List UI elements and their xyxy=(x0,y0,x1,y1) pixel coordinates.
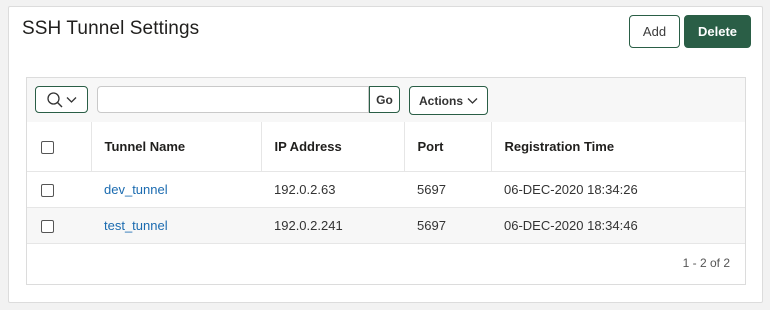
row-select-cell xyxy=(27,207,91,244)
column-header-ip-address[interactable]: IP Address xyxy=(261,122,405,172)
add-button[interactable]: Add xyxy=(629,15,680,48)
registration-time-cell: 06-DEC-2020 18:34:46 xyxy=(491,207,745,244)
chevron-down-icon xyxy=(66,96,77,103)
port-cell: 5697 xyxy=(404,171,491,208)
row-checkbox[interactable] xyxy=(41,219,54,233)
select-all-header xyxy=(27,122,92,172)
column-header-tunnel-name[interactable]: Tunnel Name xyxy=(91,122,262,172)
row-select-cell xyxy=(27,171,91,208)
search-icon xyxy=(47,91,63,107)
tunnel-name-cell: test_tunnel xyxy=(91,207,261,244)
search-input[interactable] xyxy=(97,86,369,113)
port-cell: 5697 xyxy=(404,207,491,244)
report-toolbar: Go Actions xyxy=(27,78,745,122)
column-header-port[interactable]: Port xyxy=(404,122,492,172)
interactive-report: Go Actions Tunnel Name IP Address Port R… xyxy=(26,77,746,285)
select-all-checkbox[interactable] xyxy=(41,140,54,154)
search-column-selector[interactable] xyxy=(35,86,88,113)
tunnel-name-link[interactable]: test_tunnel xyxy=(104,218,168,233)
table-row: dev_tunnel 192.0.2.63 5697 06-DEC-2020 1… xyxy=(27,171,745,208)
ip-address-cell: 192.0.2.241 xyxy=(261,207,404,244)
chevron-down-icon xyxy=(467,97,478,104)
pagination-label: 1 - 2 of 2 xyxy=(682,256,730,270)
tunnel-name-cell: dev_tunnel xyxy=(91,171,261,208)
region-title: SSH Tunnel Settings xyxy=(22,18,200,39)
column-header-registration-time[interactable]: Registration Time xyxy=(491,122,745,172)
table-header-row: Tunnel Name IP Address Port Registration… xyxy=(27,122,745,172)
ip-address-cell: 192.0.2.63 xyxy=(261,171,404,208)
actions-menu-button[interactable]: Actions xyxy=(409,86,488,115)
tunnel-name-link[interactable]: dev_tunnel xyxy=(104,182,168,197)
go-button[interactable]: Go xyxy=(369,86,400,113)
delete-button[interactable]: Delete xyxy=(684,15,751,48)
table-row: test_tunnel 192.0.2.241 5697 06-DEC-2020… xyxy=(27,207,745,244)
row-checkbox[interactable] xyxy=(41,183,54,197)
actions-label: Actions xyxy=(418,93,463,108)
registration-time-cell: 06-DEC-2020 18:34:26 xyxy=(491,171,745,208)
ssh-tunnel-region: SSH Tunnel Settings Add Delete Go Action… xyxy=(8,6,763,303)
tunnel-table: Tunnel Name IP Address Port Registration… xyxy=(27,122,745,244)
